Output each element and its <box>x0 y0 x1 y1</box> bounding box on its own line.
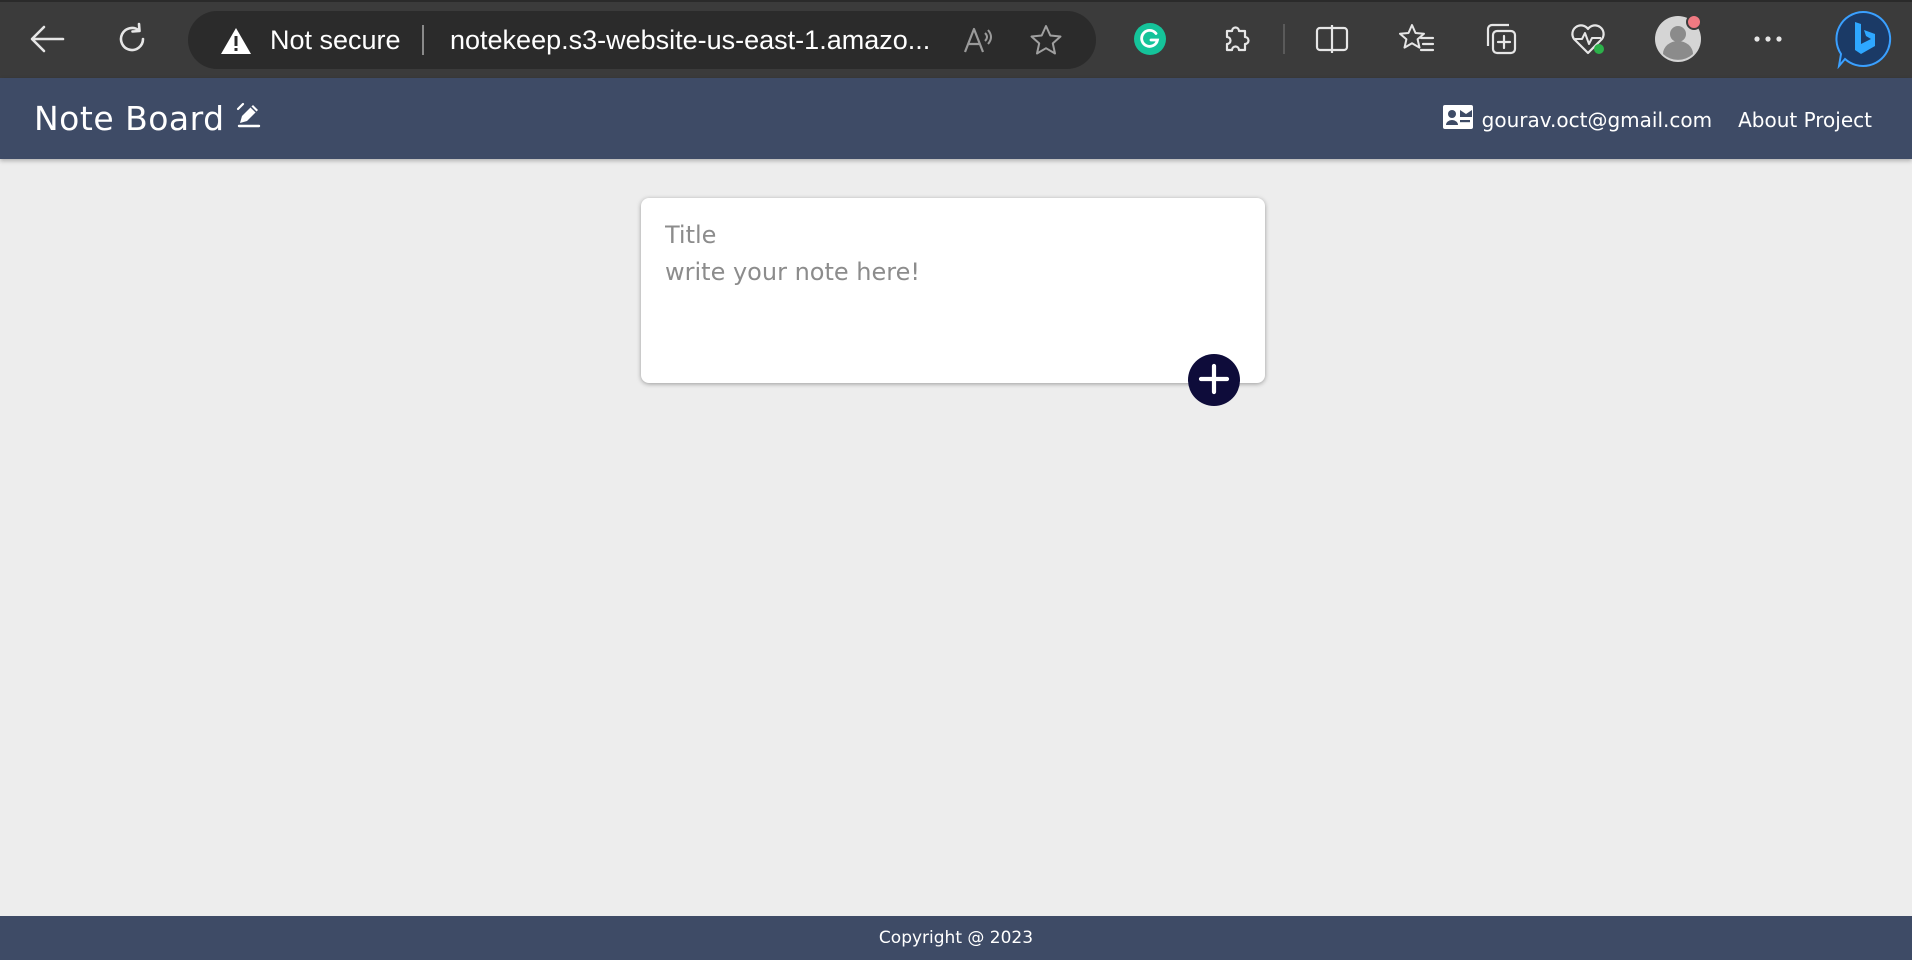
collections-button[interactable] <box>1477 14 1527 64</box>
bing-copilot-icon <box>1833 9 1893 69</box>
address-divider <box>422 25 424 55</box>
page-title: Note Board <box>34 99 225 138</box>
more-icon <box>1752 34 1784 44</box>
collections-icon <box>1484 22 1520 56</box>
browser-essentials-button[interactable] <box>1563 14 1613 64</box>
more-button[interactable] <box>1743 14 1793 64</box>
browser-toolbar: Not secure notekeep.s3-website-us-east-1… <box>0 0 1912 78</box>
favorite-star-icon <box>1029 24 1063 56</box>
note-title-input[interactable] <box>665 218 1235 252</box>
back-button[interactable] <box>22 14 72 64</box>
note-form <box>641 198 1265 383</box>
header-nav: gourav.oct@gmail.com About Project <box>1442 104 1872 136</box>
warning-icon[interactable] <box>220 27 252 55</box>
brand[interactable]: Note Board <box>34 100 263 138</box>
favorites-button[interactable] <box>1392 14 1442 64</box>
add-favorite-button[interactable] <box>1021 15 1071 65</box>
favorites-icon <box>1399 23 1435 55</box>
refresh-icon <box>114 21 150 57</box>
address-bar[interactable]: Not secure notekeep.s3-website-us-east-1… <box>188 11 1096 69</box>
read-aloud-button[interactable] <box>954 15 1004 65</box>
contact-card-icon <box>1442 104 1482 136</box>
app-header: Note Board gourav.oct@gmail.com About Pr… <box>0 78 1912 159</box>
email-text: gourav.oct@gmail.com <box>1481 108 1713 132</box>
grammarly-icon <box>1133 22 1167 56</box>
plus-icon <box>1198 363 1230 398</box>
security-label[interactable]: Not secure <box>270 23 401 57</box>
profile-button[interactable] <box>1653 14 1703 64</box>
note-body-input[interactable] <box>665 258 1235 348</box>
back-icon <box>29 24 65 54</box>
read-aloud-icon <box>962 25 996 55</box>
extensions-button[interactable] <box>1211 14 1261 64</box>
copyright-text: Copyright @ 2023 <box>878 928 1034 948</box>
about-project-link[interactable]: About Project <box>1738 107 1872 133</box>
bing-copilot-button[interactable] <box>1832 8 1894 70</box>
refresh-button[interactable] <box>107 14 157 64</box>
browser-essentials-icon <box>1569 22 1607 56</box>
add-note-button[interactable] <box>1188 354 1240 406</box>
url-text[interactable]: notekeep.s3-website-us-east-1.amazo... <box>450 23 930 57</box>
split-screen-icon <box>1315 24 1349 54</box>
grammarly-button[interactable] <box>1125 14 1175 64</box>
email-link[interactable]: gourav.oct@gmail.com <box>1442 104 1712 136</box>
split-screen-button[interactable] <box>1307 14 1357 64</box>
footer: Copyright @ 2023 <box>0 916 1912 960</box>
profile-avatar <box>1654 15 1702 63</box>
extensions-icon <box>1219 22 1253 56</box>
edit-pen-icon <box>235 101 263 133</box>
toolbar-divider <box>1283 24 1285 54</box>
